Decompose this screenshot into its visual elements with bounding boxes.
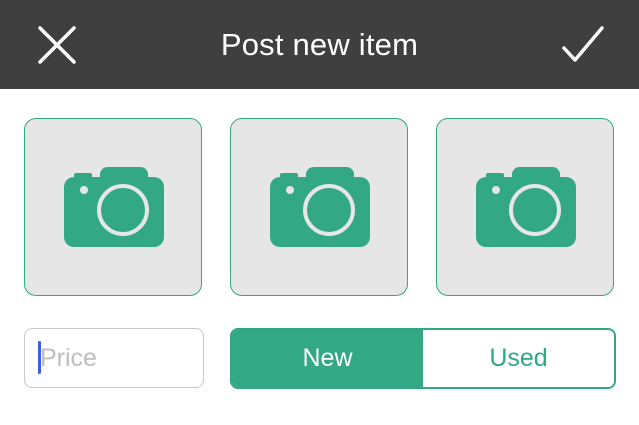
photo-slot-3[interactable]	[436, 118, 614, 296]
text-cursor	[38, 341, 41, 374]
photo-slot-1[interactable]	[24, 118, 202, 296]
camera-icon	[64, 167, 164, 247]
camera-icon	[476, 167, 576, 247]
segment-used[interactable]: Used	[423, 330, 614, 387]
segment-new[interactable]: New	[232, 330, 423, 387]
checkmark-icon[interactable]	[559, 22, 607, 68]
top-bar: Post new item	[0, 0, 639, 89]
camera-icon	[270, 167, 370, 247]
price-input[interactable]	[24, 328, 204, 388]
condition-segmented-control: New Used	[230, 328, 616, 389]
photo-slot-2[interactable]	[230, 118, 408, 296]
page-title: Post new item	[220, 27, 419, 62]
